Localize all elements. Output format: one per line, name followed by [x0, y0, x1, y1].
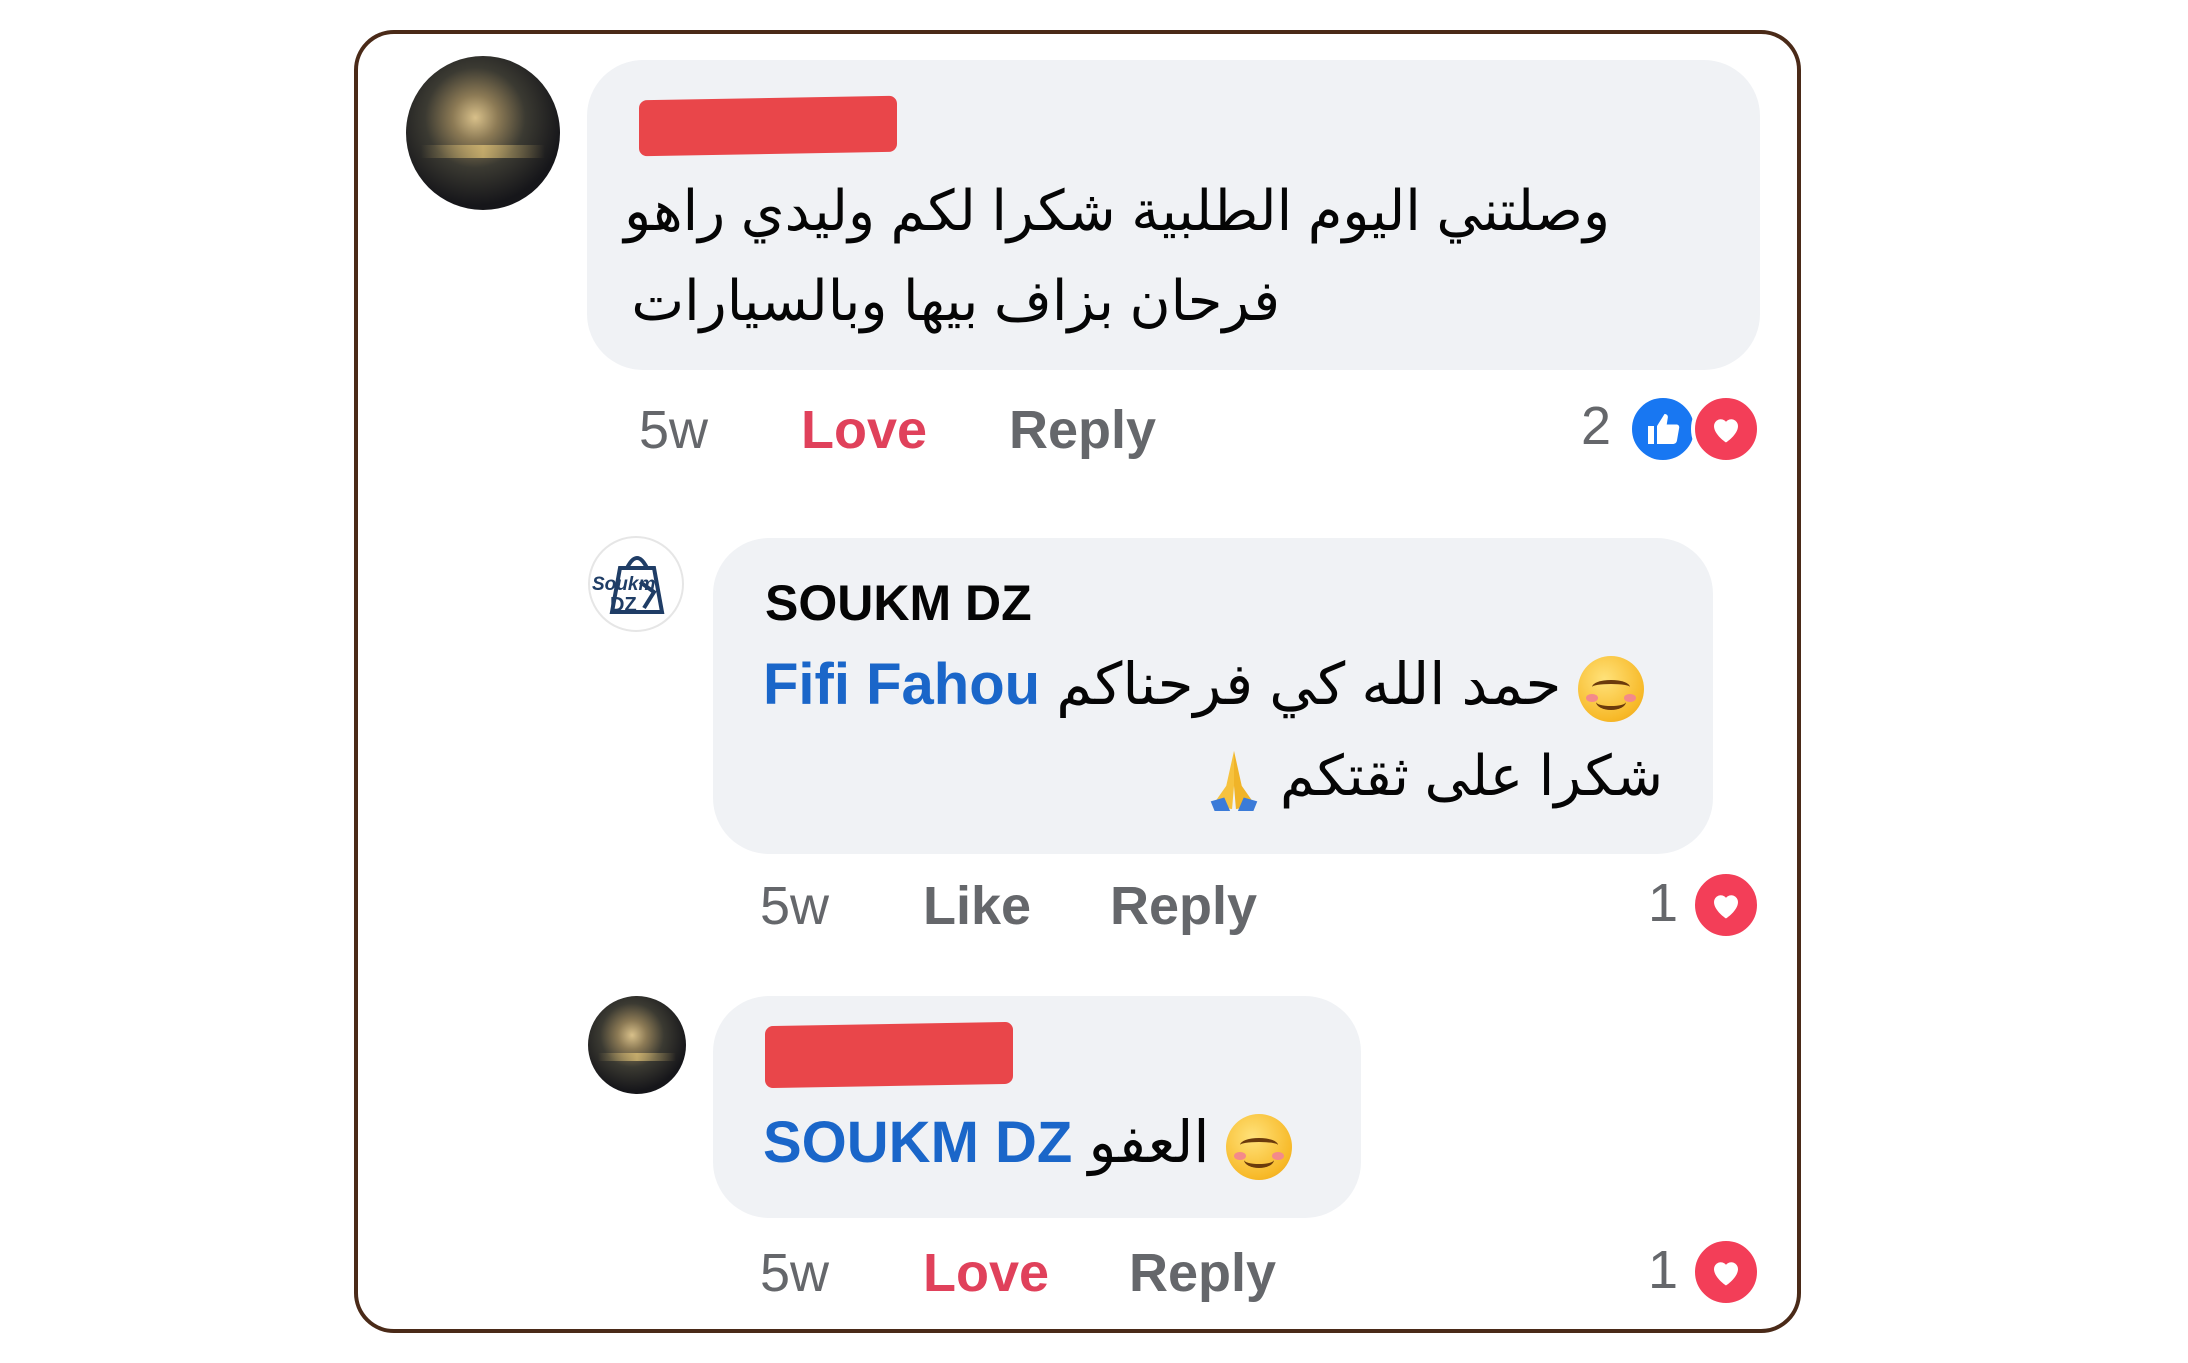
mention-link[interactable]: SOUKM DZ — [763, 1110, 1072, 1175]
comment-text-line-1: وصلتني اليوم الطلبية شكرا لكم وليدي راهو — [624, 179, 1610, 242]
commenter-avatar[interactable] — [406, 56, 560, 210]
reply-bubble: SOUKM DZ Fifi Fahou حمد الله كي فرحناكم … — [713, 538, 1713, 854]
reply-bubble: SOUKM DZ العفو — [713, 996, 1361, 1218]
reply-time[interactable]: 5w — [760, 875, 829, 937]
reply-text-line-2: شكرا على ثقتكم — [1204, 743, 1663, 813]
reply-author[interactable]: SOUKM DZ — [765, 574, 1032, 632]
mention-link[interactable]: Fifi Fahou — [763, 652, 1040, 717]
avatar-logo-text-2: DZ — [610, 594, 637, 616]
smiling-face-icon — [1225, 1113, 1292, 1180]
reaction-count[interactable]: 1 — [1648, 1239, 1678, 1301]
reaction-count[interactable]: 2 — [1581, 395, 1611, 457]
reply-button[interactable]: Reply — [1009, 399, 1156, 461]
soukm-dz-avatar[interactable]: Soukm DZ — [588, 536, 684, 632]
redacted-name — [639, 95, 897, 157]
heart-icon — [1691, 394, 1761, 464]
heart-icon — [1691, 870, 1761, 940]
commenter-avatar[interactable] — [588, 996, 686, 1094]
comments-frame: وصلتني اليوم الطلبية شكرا لكم وليدي راهو… — [354, 30, 1801, 1333]
reaction-count[interactable]: 1 — [1648, 872, 1678, 934]
love-reaction-button[interactable]: Love — [801, 399, 927, 461]
reply-text-arabic-2: شكرا على ثقتكم — [1279, 744, 1663, 807]
reply-text-arabic: حمد الله كي فرحناكم — [1056, 652, 1562, 717]
comment-bubble: وصلتني اليوم الطلبية شكرا لكم وليدي راهو… — [587, 60, 1760, 370]
reply-text-arabic: العفو — [1088, 1110, 1210, 1175]
reply-button[interactable]: Reply — [1110, 875, 1257, 937]
redacted-name — [765, 1021, 1013, 1089]
like-icon — [1628, 394, 1698, 464]
comment-time[interactable]: 5w — [639, 399, 708, 461]
reply-button[interactable]: Reply — [1129, 1242, 1276, 1304]
reply-text: SOUKM DZ العفو — [763, 1108, 1292, 1180]
reply-text-line-1: Fifi Fahou حمد الله كي فرحناكم — [763, 650, 1644, 722]
avatar-logo-text-1: Soukm — [592, 574, 656, 595]
heart-icon — [1691, 1237, 1761, 1307]
reply-time[interactable]: 5w — [760, 1242, 829, 1304]
comment-text-line-2: فرحان بزاف بيها وبالسيارات — [631, 269, 1280, 332]
love-reaction-button[interactable]: Love — [923, 1242, 1049, 1304]
smiling-face-icon — [1577, 655, 1644, 722]
like-button[interactable]: Like — [923, 875, 1031, 937]
folded-hands-icon — [1211, 751, 1258, 812]
